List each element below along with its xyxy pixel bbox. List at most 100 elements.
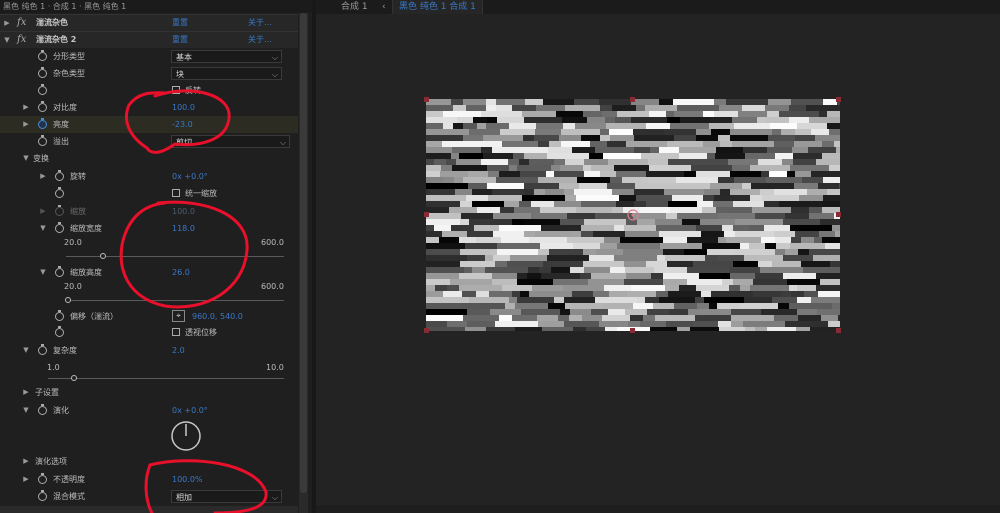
noise-block <box>716 147 743 153</box>
complexity-value[interactable]: 2.0 <box>172 342 185 359</box>
expand-triangle-icon[interactable]: ▶ <box>22 453 30 470</box>
offset-value[interactable]: 960.0, 540.0 <box>192 308 243 325</box>
stopwatch-icon[interactable] <box>55 222 64 233</box>
scale-height-slider-knob[interactable] <box>65 297 72 303</box>
scale-width-slider-track[interactable] <box>66 256 284 257</box>
panel-scrollbar[interactable] <box>299 13 308 513</box>
stopwatch-icon[interactable] <box>38 118 47 129</box>
composition-canvas[interactable] <box>424 97 841 333</box>
scale-width-value[interactable]: 118.0 <box>172 220 195 237</box>
evolution-angle-dial[interactable] <box>170 420 202 452</box>
stopwatch-icon[interactable] <box>55 170 64 181</box>
stopwatch-icon[interactable] <box>38 490 47 501</box>
noise-block <box>774 231 795 237</box>
collapse-triangle-icon[interactable]: ▼ <box>22 150 30 167</box>
prop-sub-settings[interactable]: ▶ 子设置 <box>0 384 298 401</box>
transform-handle[interactable] <box>424 97 429 102</box>
noise-block <box>620 237 663 243</box>
effect-reset-link[interactable]: 重置 <box>172 32 188 48</box>
noise-block <box>666 111 674 117</box>
transform-handle[interactable] <box>424 212 429 217</box>
scale-height-value[interactable]: 26.0 <box>172 264 190 281</box>
stopwatch-icon[interactable] <box>55 266 64 277</box>
anchor-point-icon[interactable] <box>626 208 640 222</box>
transform-handle[interactable] <box>836 328 841 333</box>
expand-triangle-icon[interactable]: ▶ <box>22 99 30 116</box>
expand-triangle-icon[interactable]: ▶ <box>39 203 47 220</box>
stopwatch-icon[interactable] <box>38 404 47 415</box>
collapse-triangle-icon[interactable]: ▼ <box>22 342 30 359</box>
transform-handle[interactable] <box>424 328 429 333</box>
blend-mode-dropdown[interactable]: 相加 ⌵ <box>171 490 282 503</box>
fractal-type-dropdown[interactable]: 基本 ⌵ <box>171 50 282 63</box>
collapse-triangle-icon[interactable]: ▼ <box>22 402 30 419</box>
effect-header-1[interactable]: ▶ fx 湍流杂色 重置 关于... <box>0 14 298 31</box>
evolution-value[interactable]: 0x +0.0° <box>172 402 208 419</box>
contrast-value[interactable]: 100.0 <box>172 99 195 116</box>
noise-type-dropdown[interactable]: 块 ⌵ <box>171 67 282 80</box>
stopwatch-icon[interactable] <box>55 187 64 198</box>
complexity-slider-track[interactable] <box>48 378 284 379</box>
noise-block <box>495 321 538 327</box>
stopwatch-icon[interactable] <box>55 310 64 321</box>
complexity-slider-knob[interactable] <box>70 375 77 381</box>
noise-block <box>468 183 487 189</box>
noise-block <box>765 243 776 249</box>
expand-triangle-icon[interactable]: ▶ <box>3 15 11 31</box>
rotation-value[interactable]: 0x +0.0° <box>172 168 208 185</box>
expand-triangle-icon[interactable]: ▶ <box>22 384 30 401</box>
collapse-triangle-icon[interactable]: ▼ <box>3 32 11 48</box>
noise-block <box>710 183 742 189</box>
noise-block <box>722 279 733 285</box>
invert-checkbox[interactable] <box>172 86 180 94</box>
uniform-scale-checkbox[interactable] <box>172 189 180 197</box>
noise-block <box>687 267 729 273</box>
fx-icon[interactable]: fx <box>17 15 26 31</box>
stopwatch-icon[interactable] <box>38 135 47 146</box>
prop-evolution-options[interactable]: ▶ 演化选项 <box>0 453 298 470</box>
stopwatch-icon[interactable] <box>38 50 47 61</box>
effect-header-2[interactable]: ▼ fx 湍流杂色 2 重置 关于... <box>0 31 298 48</box>
noise-block <box>522 195 565 201</box>
collapse-triangle-icon[interactable]: ▼ <box>39 220 47 237</box>
expand-triangle-icon[interactable]: ▶ <box>22 471 30 488</box>
scale-height-slider-track[interactable] <box>66 300 284 301</box>
stopwatch-icon[interactable] <box>55 326 64 337</box>
transform-handle[interactable] <box>836 212 841 217</box>
stopwatch-icon[interactable] <box>55 205 64 216</box>
fx-icon[interactable]: fx <box>17 32 26 48</box>
noise-block <box>426 219 460 225</box>
overflow-dropdown[interactable]: 剪切 ⌵ <box>171 135 290 148</box>
stopwatch-icon[interactable] <box>38 84 47 95</box>
stopwatch-icon[interactable] <box>38 101 47 112</box>
expand-triangle-icon[interactable]: ▶ <box>39 168 47 185</box>
scale-width-slider-knob[interactable] <box>100 253 107 259</box>
effect-reset-link[interactable]: 重置 <box>172 15 188 31</box>
noise-block <box>827 189 840 195</box>
noise-block <box>806 105 840 111</box>
noise-block <box>440 171 468 177</box>
expand-triangle-icon[interactable]: ▶ <box>22 116 30 133</box>
scrollbar-thumb[interactable] <box>300 13 307 493</box>
effect-about-link[interactable]: 关于... <box>248 15 272 31</box>
chevron-left-icon[interactable]: ‹ <box>382 0 386 14</box>
crosshair-icon[interactable]: ⌖ <box>172 310 185 322</box>
collapse-triangle-icon[interactable]: ▼ <box>39 264 47 281</box>
prop-transform[interactable]: ▼ 变换 <box>0 150 298 167</box>
noise-block <box>599 99 631 105</box>
noise-block <box>435 285 447 291</box>
opacity-value[interactable]: 100.0% <box>172 471 203 488</box>
stopwatch-icon[interactable] <box>38 67 47 78</box>
prop-perspective-offset: 透视位移 <box>0 324 298 341</box>
tab-layer[interactable]: 黑色 纯色 1 合成 1 <box>392 0 483 14</box>
effect-about-link[interactable]: 关于... <box>248 32 272 48</box>
tab-comp[interactable]: 合成 1 <box>341 0 368 14</box>
stopwatch-icon[interactable] <box>38 473 47 484</box>
stopwatch-icon[interactable] <box>38 344 47 355</box>
transform-handle[interactable] <box>630 97 635 102</box>
transform-handle[interactable] <box>630 328 635 333</box>
noise-block <box>707 153 715 159</box>
brightness-value[interactable]: -23.0 <box>172 116 193 133</box>
transform-handle[interactable] <box>836 97 841 102</box>
perspective-offset-checkbox[interactable] <box>172 328 180 336</box>
